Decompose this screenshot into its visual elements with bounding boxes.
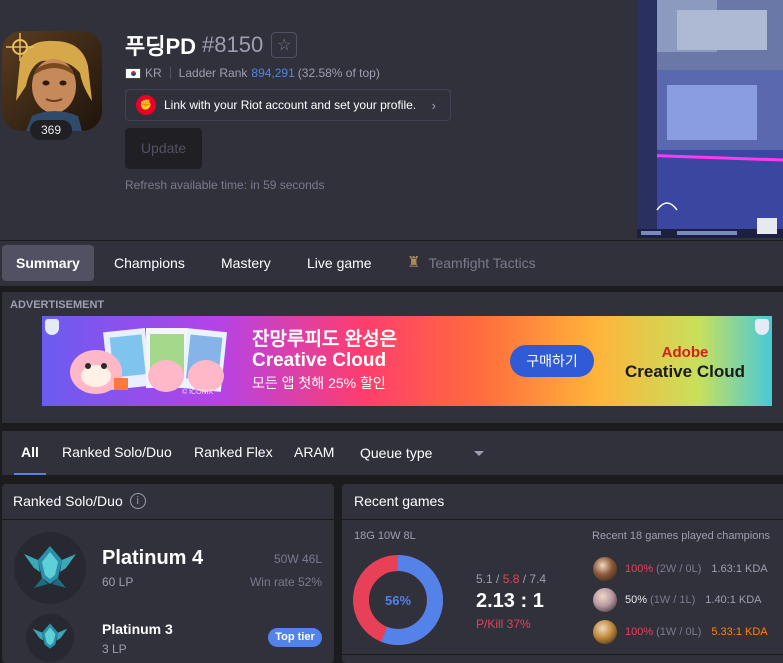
ad-brand-logo: Adobe Creative Cloud — [620, 343, 750, 381]
ranked-card-title: Ranked Solo/Duo i — [13, 493, 146, 509]
ladder-rank-label: Ladder Rank — [178, 66, 248, 80]
queue-tab-aram[interactable]: ARAM — [294, 431, 334, 475]
winrate-donut-chart: 56% — [353, 555, 443, 645]
platinum-emblem-icon — [14, 532, 86, 604]
ad-buy-button[interactable]: 구매하기 — [510, 345, 594, 377]
divider — [2, 519, 334, 520]
divider — [342, 654, 783, 655]
tab-tft-label: Teamfight Tactics — [428, 255, 536, 271]
summoner-level: 369 — [30, 120, 72, 140]
champion-kda: 1.40:1 KDA — [705, 594, 762, 606]
chevron-down-icon[interactable] — [474, 451, 484, 456]
recent-games-card: Recent games 18G 10W 8L 56% 5.1 / 5.8 / … — [342, 484, 783, 663]
riot-link-text: Link with your Riot account and set your… — [164, 98, 417, 112]
queue-tab-ranked-solo[interactable]: Ranked Solo/Duo — [62, 431, 172, 475]
champion-kda: 1.63:1 KDA — [711, 563, 768, 575]
win-rate: Win rate 52% — [249, 575, 322, 589]
top-tier-badge: Top tier — [268, 628, 322, 647]
queue-tab-ranked-flex[interactable]: Ranked Flex — [194, 431, 273, 475]
ad-headline: 잔망루피도 완성은 Creative Cloud — [252, 329, 397, 371]
average-kda-line: 5.1 / 5.8 / 7.4 — [476, 572, 547, 586]
current-lp: 60 LP — [102, 575, 134, 589]
champion-row[interactable]: 100% (2W / 0L) 1.63:1 KDA — [593, 557, 768, 581]
champion-avatar-icon — [593, 588, 617, 612]
favorite-star-button[interactable]: ☆ — [271, 32, 298, 58]
riot-account-link-button[interactable]: ✊ Link with your Riot account and set yo… — [125, 89, 451, 121]
champion-win-loss: (1W / 1L) — [650, 594, 696, 606]
live-video-thumbnail[interactable] — [637, 0, 783, 238]
platinum-emblem-small-icon — [26, 614, 74, 662]
champion-winrate: 100% — [625, 626, 654, 638]
divider — [342, 519, 783, 520]
ranked-title-text: Ranked Solo/Duo — [13, 493, 123, 509]
chevron-right-icon: › — [431, 98, 436, 113]
ad-shield-icon — [755, 319, 769, 335]
ad-brand-line-2: Creative Cloud — [625, 362, 745, 381]
star-icon: ☆ — [277, 37, 292, 54]
recent-games-summary: 18G 10W 8L — [354, 530, 416, 542]
korea-flag-icon — [125, 67, 141, 79]
region-label: KR — [145, 66, 162, 80]
ad-headline-line-1: 잔망루피도 완성은 — [252, 329, 398, 350]
kill-participation: P/Kill 37% — [476, 617, 531, 631]
avg-kills: 5.1 — [476, 572, 493, 586]
tab-teamfight-tactics[interactable]: ♜ Teamfight Tactics — [393, 245, 550, 281]
champion-winrate: 100% — [625, 563, 654, 575]
avg-deaths: 5.8 — [502, 572, 520, 586]
champion-winrate: 50% — [625, 594, 648, 606]
info-row: KR Ladder Rank 894,291 (32.58% of top) — [125, 66, 380, 80]
peak-lp: 3 LP — [102, 642, 127, 656]
champion-row[interactable]: 50% (1W / 1L) 1.40:1 KDA — [593, 588, 762, 612]
tab-summary[interactable]: Summary — [2, 245, 94, 281]
champion-kda: 5.33:1 KDA — [711, 626, 768, 638]
ranked-solo-card: Ranked Solo/Duo i Platinum 4 60 LP 50W 4… — [2, 484, 334, 663]
recent-games-title: Recent games — [354, 493, 445, 509]
champion-avatar-icon — [593, 557, 617, 581]
divider — [169, 67, 171, 79]
advertisement-label: ADVERTISEMENT — [10, 299, 105, 311]
riot-fist-icon: ✊ — [136, 95, 156, 115]
tab-mastery[interactable]: Mastery — [207, 245, 285, 281]
ad-brand-line-1: Adobe — [661, 344, 709, 361]
ad-subtext: 모든 앱 첫해 25% 할인 — [252, 375, 386, 391]
ladder-rank-link[interactable]: 894,291 — [251, 66, 294, 80]
champion-avatar-icon — [593, 620, 617, 644]
ad-credit: © ICONIX — [182, 389, 214, 396]
name-row: 푸딩PD #8150 ☆ — [125, 31, 298, 59]
queue-type-select[interactable]: Queue type — [360, 431, 490, 475]
advertisement-section: ADVERTISEMENT © ICONIX 잔망루피도 완성은 Creativ… — [2, 292, 783, 423]
tab-live-game[interactable]: Live game — [293, 245, 386, 281]
ad-headline-line-2: Creative Cloud — [252, 350, 387, 371]
queue-tab-all[interactable]: All — [14, 431, 46, 475]
profile-icon — [2, 31, 102, 131]
tft-logo-icon: ♜ — [407, 254, 421, 271]
donut-winrate-label: 56% — [385, 593, 411, 608]
info-icon[interactable]: i — [129, 493, 146, 509]
summoner-name: 푸딩PD — [125, 34, 197, 59]
champion-win-loss: (2W / 0L) — [656, 563, 702, 575]
tab-champions[interactable]: Champions — [100, 245, 199, 281]
ad-character-art — [70, 327, 228, 394]
peak-tier: Platinum 3 — [102, 621, 173, 637]
champion-win-loss: (1W / 0L) — [656, 626, 702, 638]
avg-assists: 7.4 — [529, 572, 547, 586]
summoner-tagline: #8150 — [202, 32, 264, 57]
profile-header: 369 푸딩PD #8150 ☆ KR Ladder Rank 894,291 … — [0, 0, 783, 240]
queue-filter-bar: All Ranked Solo/Duo Ranked Flex ARAM Que… — [2, 431, 783, 475]
champion-row[interactable]: 100% (1W / 0L) 5.33:1 KDA — [593, 620, 768, 644]
ad-banner[interactable]: © ICONIX 잔망루피도 완성은 Creative Cloud 모든 앱 첫… — [42, 316, 772, 406]
refresh-time-text: Refresh available time: in 59 seconds — [125, 178, 325, 192]
current-tier: Platinum 4 — [102, 547, 204, 569]
ladder-rank-percent: (32.58% of top) — [297, 66, 380, 80]
win-loss-record: 50W 46L — [273, 552, 322, 566]
kda-ratio: 2.13 : 1 — [476, 590, 544, 612]
profile-tabs: Summary Champions Mastery Live game ♜ Te… — [0, 240, 783, 286]
recent-champions-title: Recent 18 games played champions — [592, 530, 770, 542]
update-button[interactable]: Update — [125, 128, 202, 169]
